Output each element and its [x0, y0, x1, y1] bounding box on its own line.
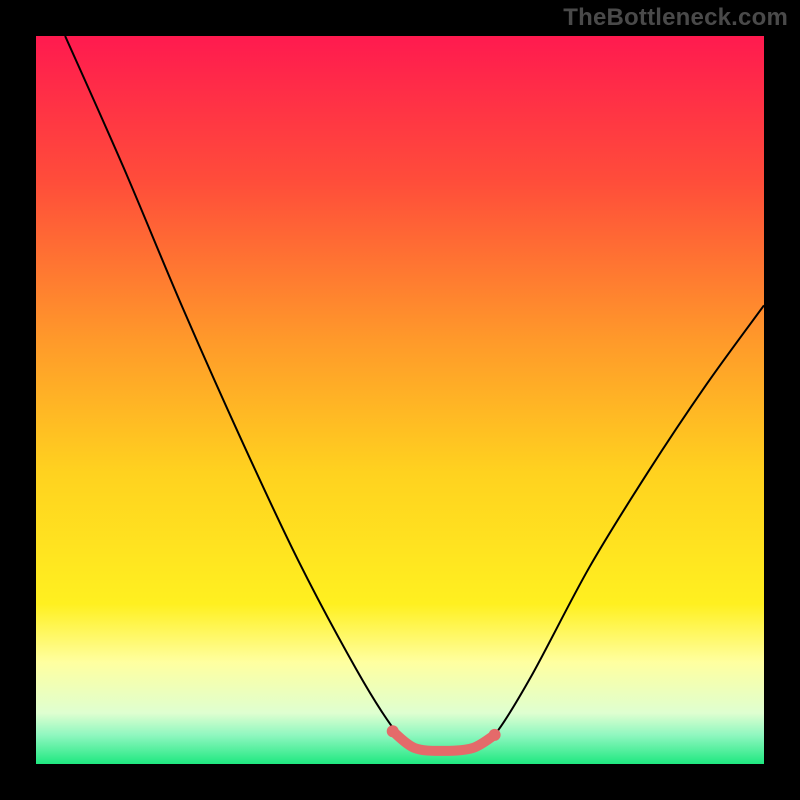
trough-marker — [387, 725, 399, 737]
watermark-text: TheBottleneck.com — [563, 4, 788, 32]
plot-area — [36, 36, 764, 764]
chart-container: TheBottleneck.com — [0, 0, 800, 800]
chart-svg — [36, 36, 764, 764]
gradient-background — [36, 36, 764, 764]
trough-marker — [489, 729, 501, 741]
